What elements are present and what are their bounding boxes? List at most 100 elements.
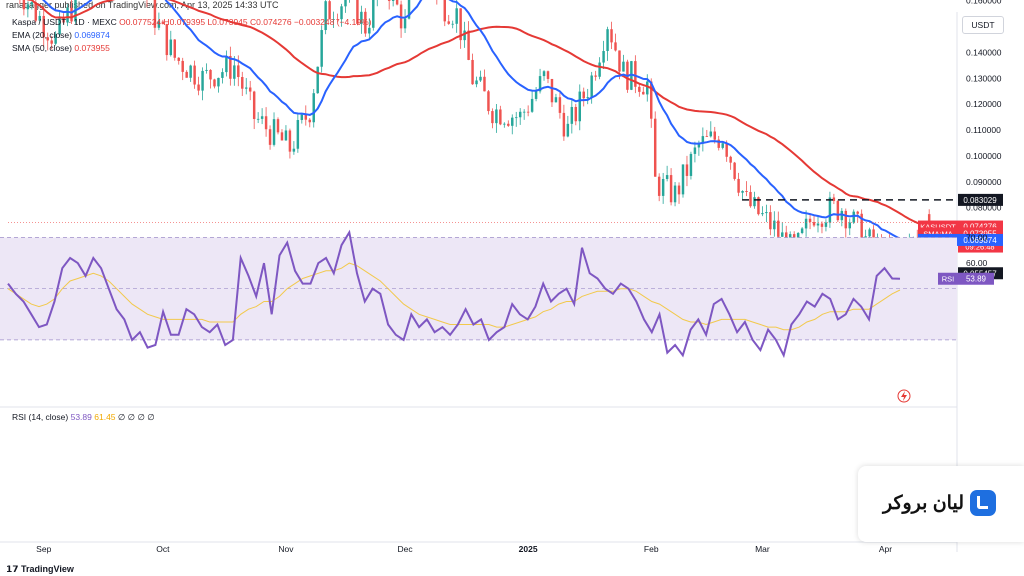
alert-lightning-glyph bbox=[901, 391, 907, 401]
candle-body bbox=[169, 39, 173, 56]
legend-ema-row: EMA (20, close) 0.069874 bbox=[12, 30, 110, 41]
candle-body bbox=[713, 131, 716, 140]
candle-body bbox=[264, 116, 268, 130]
candle-body bbox=[467, 30, 470, 60]
candle-body bbox=[312, 93, 315, 123]
candle-body bbox=[487, 91, 490, 112]
candle-body bbox=[276, 119, 280, 133]
candle-body bbox=[777, 220, 780, 237]
candle-body bbox=[773, 220, 776, 230]
candle-body bbox=[868, 229, 871, 237]
legend-sma-row: SMA (50, close) 0.073955 bbox=[12, 43, 110, 54]
price-tick-label: 0.140000 bbox=[966, 47, 1002, 57]
candle-body bbox=[507, 123, 510, 126]
candle-body bbox=[372, 0, 375, 28]
candle-body bbox=[26, 4, 30, 10]
candle-body bbox=[570, 106, 574, 124]
candle-body bbox=[193, 65, 196, 85]
candle-body bbox=[252, 91, 256, 119]
candle-body bbox=[391, 0, 395, 1]
candle-body bbox=[769, 212, 772, 230]
candle-body bbox=[455, 8, 458, 24]
candle-body bbox=[534, 91, 538, 99]
time-tick-label: Apr bbox=[879, 544, 892, 554]
price-tag-value: 0.083029 bbox=[963, 196, 997, 205]
candle-body bbox=[661, 178, 665, 196]
candle-body bbox=[173, 39, 176, 58]
candle-body bbox=[546, 71, 550, 79]
candle-body bbox=[272, 119, 276, 145]
candle-body bbox=[201, 70, 204, 91]
candle-body bbox=[582, 91, 585, 99]
candle-body bbox=[673, 185, 677, 203]
candle-body bbox=[495, 109, 498, 124]
candle-body bbox=[241, 77, 244, 89]
candle-body bbox=[657, 176, 661, 196]
candle-body bbox=[765, 212, 768, 214]
candle-body bbox=[316, 66, 319, 94]
candle-body bbox=[292, 148, 296, 152]
legend-ema-label: EMA (20, close) bbox=[12, 30, 72, 40]
tradingview-brand: TradingView bbox=[21, 564, 74, 574]
candle-body bbox=[320, 30, 323, 67]
time-tick-label: Sep bbox=[36, 544, 51, 554]
candle-body bbox=[530, 98, 534, 112]
candle-body bbox=[733, 162, 736, 179]
legend-rsi-extra: ∅ ∅ ∅ ∅ bbox=[117, 412, 155, 422]
candle-body bbox=[245, 87, 248, 89]
candle-body bbox=[594, 75, 597, 77]
candle-body bbox=[511, 117, 514, 126]
candle-body bbox=[451, 23, 454, 25]
candle-body bbox=[550, 78, 554, 103]
candle-body bbox=[669, 175, 673, 203]
candle-body bbox=[653, 118, 657, 177]
candle-body bbox=[503, 123, 506, 125]
candle-body bbox=[852, 211, 855, 223]
price-tick-label: 0.130000 bbox=[966, 73, 1002, 83]
time-tick-label: Mar bbox=[755, 544, 770, 554]
candle-body bbox=[522, 111, 526, 113]
candle-body bbox=[288, 130, 292, 152]
candle-body bbox=[638, 86, 641, 92]
broker-name: لیان بروکر bbox=[882, 493, 964, 514]
candle-body bbox=[622, 61, 625, 72]
rsi-tag-label: RSI bbox=[942, 275, 955, 284]
candle-body bbox=[368, 27, 371, 34]
candle-body bbox=[344, 0, 347, 7]
candle-body bbox=[848, 222, 851, 229]
candle-body bbox=[693, 147, 697, 154]
candle-body bbox=[856, 211, 859, 214]
candle-body bbox=[225, 55, 228, 73]
rsi-tag-value: 53.89 bbox=[966, 275, 987, 284]
candle-body bbox=[447, 21, 450, 24]
legend-ema-value: 0.069874 bbox=[74, 30, 110, 40]
candle-body bbox=[832, 197, 836, 202]
currency-selector[interactable]: USDT bbox=[962, 16, 1004, 34]
candle-body bbox=[197, 84, 200, 91]
candle-body bbox=[185, 71, 188, 78]
time-tick-label: Nov bbox=[278, 544, 294, 554]
candle-body bbox=[554, 97, 558, 103]
candle-body bbox=[618, 50, 621, 72]
candle-body bbox=[800, 228, 804, 234]
candle-body bbox=[256, 118, 260, 120]
candle-body bbox=[471, 59, 474, 85]
candle-body bbox=[804, 218, 808, 229]
candle-body bbox=[828, 197, 832, 223]
candle-body bbox=[824, 222, 828, 227]
candle-body bbox=[709, 131, 713, 137]
candle-body bbox=[475, 80, 478, 85]
candle-body bbox=[681, 164, 685, 195]
price-tick-label: 0.160000 bbox=[966, 0, 1002, 6]
tradingview-logo-icon: 𝟭𝟳 bbox=[6, 564, 22, 574]
candle-body bbox=[300, 114, 304, 121]
candle-body bbox=[542, 71, 546, 77]
candle-body bbox=[816, 223, 820, 226]
legend-ohlc: O0.077524 H0.079395 L0.073945 C0.074276 … bbox=[119, 17, 372, 27]
legend-sma-label: SMA (50, close) bbox=[12, 43, 72, 53]
time-tick-label: Dec bbox=[397, 544, 413, 554]
candle-body bbox=[614, 42, 617, 51]
rsi-tick-label: 70.00 bbox=[966, 233, 988, 243]
broker-logo-icon bbox=[970, 490, 996, 516]
candle-body bbox=[705, 136, 709, 137]
